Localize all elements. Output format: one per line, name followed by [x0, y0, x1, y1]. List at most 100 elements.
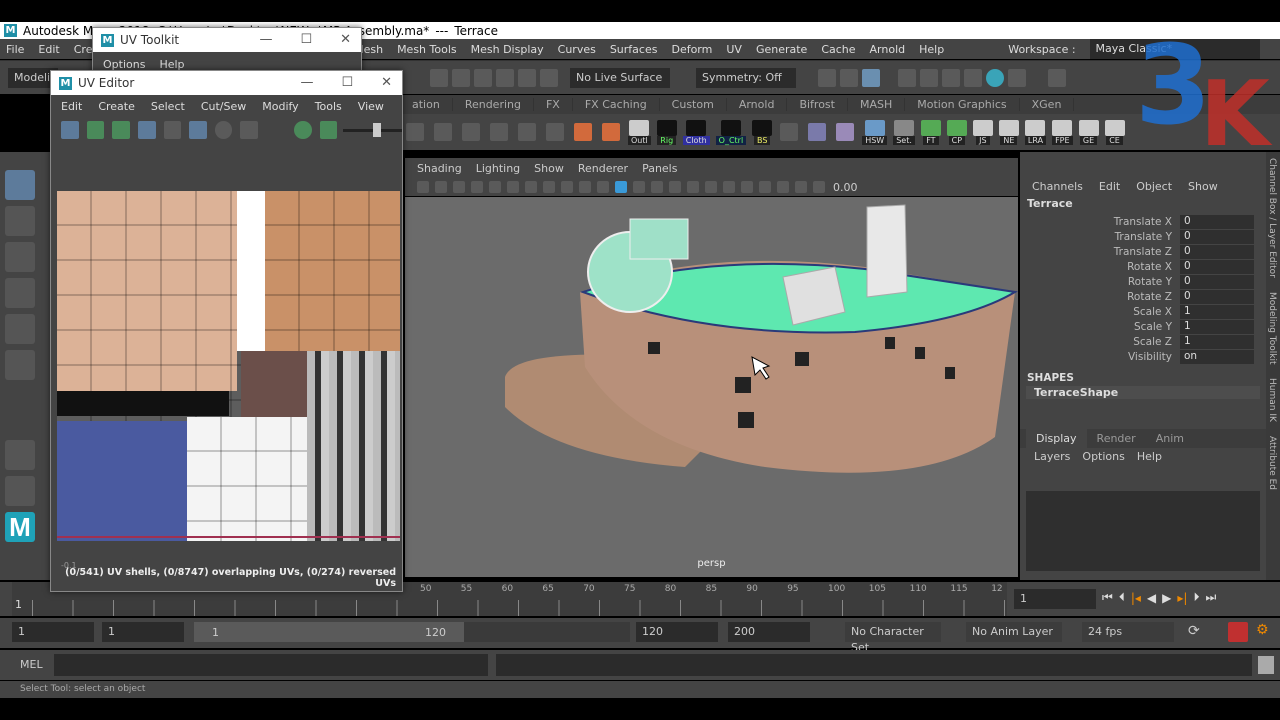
close-icon[interactable]: ✕ [381, 75, 392, 90]
symmetry-select[interactable]: Symmetry: Off [696, 67, 796, 88]
side-tab-attribute-editor[interactable]: Attribute Ed [1267, 436, 1277, 490]
uv-toolkit-titlebar[interactable]: M UV Toolkit — ☐ ✕ [93, 28, 361, 52]
side-tab-human-ik[interactable]: Human IK [1267, 378, 1277, 422]
select-tool-icon[interactable] [5, 170, 35, 200]
step-forward-key-icon[interactable]: ⏵ [1193, 590, 1199, 605]
field-chart-icon[interactable] [543, 181, 555, 193]
channel-name[interactable]: Translate X [1020, 216, 1180, 228]
channel-row[interactable]: Translate Z0 [1020, 244, 1266, 259]
image-display-icon[interactable] [319, 121, 338, 139]
channel-value[interactable]: 0 [1180, 214, 1254, 229]
channel-value[interactable]: 0 [1180, 289, 1254, 304]
ipr-render-icon[interactable] [942, 68, 960, 87]
range-slider-track[interactable]: 1 120 [194, 622, 630, 642]
menu-cache[interactable]: Cache [821, 43, 855, 56]
paint-select-tool-icon[interactable] [5, 242, 35, 272]
channel-name[interactable]: Rotate X [1020, 261, 1180, 273]
xray-joints-icon[interactable] [795, 181, 807, 193]
lights-icon[interactable] [669, 181, 681, 193]
shelf-tab-arnold[interactable]: Arnold [727, 98, 788, 111]
menu-deform[interactable]: Deform [671, 43, 712, 56]
exposure-icon[interactable] [813, 181, 825, 193]
shelf-tab-xgen[interactable]: XGen [1020, 98, 1075, 111]
menu-tools[interactable]: Tools [315, 100, 342, 113]
side-tab-modeling-toolkit[interactable]: Modeling Toolkit [1267, 292, 1277, 365]
constraint-icon[interactable] [546, 123, 564, 141]
minimize-icon[interactable]: — [300, 75, 313, 90]
channel-row[interactable]: Rotate Y0 [1020, 274, 1266, 289]
constraint-icon[interactable] [434, 123, 452, 141]
construction-history-icon[interactable] [818, 68, 836, 87]
snap-surface-icon[interactable] [518, 68, 536, 87]
menu-renderer[interactable]: Renderer [578, 162, 628, 175]
menu-mesh-tools[interactable]: Mesh Tools [397, 43, 457, 56]
live-surface-field[interactable]: No Live Surface [570, 67, 670, 88]
animation-start-field[interactable]: 1 [12, 622, 94, 642]
object-name[interactable]: Terrace [1020, 193, 1266, 214]
ambient-occlusion-icon[interactable] [705, 181, 717, 193]
shape-name[interactable]: TerraceShape [1026, 386, 1260, 399]
uv-shaded-icon[interactable] [112, 121, 130, 139]
play-forward-icon[interactable]: ▶ [1162, 591, 1171, 605]
exposure-slider[interactable] [343, 122, 402, 137]
render-settings-icon[interactable] [964, 68, 982, 87]
channel-row[interactable]: Translate X0 [1020, 214, 1266, 229]
film-gate-icon[interactable] [489, 181, 501, 193]
node-editor-icon[interactable] [862, 68, 880, 87]
channel-value[interactable]: 1 [1180, 334, 1254, 349]
close-icon[interactable]: ✕ [340, 32, 351, 47]
menu-panels[interactable]: Panels [642, 162, 677, 175]
resolution-gate-icon[interactable] [507, 181, 519, 193]
minimize-icon[interactable]: — [259, 32, 272, 47]
channel-row[interactable]: Visibility on [1020, 349, 1266, 364]
constraint-icon[interactable] [518, 123, 536, 141]
menu-help[interactable]: Help [919, 43, 944, 56]
grid-icon[interactable] [471, 181, 483, 193]
wireframe-icon[interactable] [597, 181, 609, 193]
menu-show[interactable]: Show [534, 162, 564, 175]
menu-surfaces[interactable]: Surfaces [610, 43, 658, 56]
channel-row[interactable]: Scale Z1 [1020, 334, 1266, 349]
menu-modify[interactable]: Modify [262, 100, 298, 113]
isolate-icon[interactable] [759, 181, 771, 193]
texture-border-icon[interactable] [137, 121, 156, 139]
step-back-key-icon[interactable]: ⏴ [1119, 590, 1125, 605]
camera-icon[interactable] [435, 181, 447, 193]
pause-icon[interactable] [1008, 68, 1026, 87]
scale-tool-icon[interactable] [5, 350, 35, 380]
channel-name[interactable]: Scale Z [1020, 336, 1180, 348]
animation-end-field[interactable]: 200 [728, 622, 810, 642]
shelf-tab-fx[interactable]: FX [534, 98, 573, 111]
playback-start-field[interactable]: 1 [102, 622, 184, 642]
snap-magnet-icon[interactable] [540, 68, 558, 87]
menu-object[interactable]: Object [1136, 180, 1172, 193]
camera-icon[interactable] [417, 181, 429, 193]
gate-mask-icon[interactable] [525, 181, 537, 193]
smooth-shade-icon[interactable] [615, 181, 627, 193]
menu-uv[interactable]: UV [726, 43, 742, 56]
menu-curves[interactable]: Curves [558, 43, 596, 56]
motion-blur-icon[interactable] [723, 181, 735, 193]
channel-name[interactable]: Rotate Z [1020, 291, 1180, 303]
constraint-icon[interactable] [462, 123, 480, 141]
channel-value[interactable]: 0 [1180, 274, 1254, 289]
menu-help[interactable]: Help [1137, 450, 1162, 463]
channel-value[interactable]: 0 [1180, 229, 1254, 244]
render-view-icon[interactable] [898, 68, 916, 87]
tab-display[interactable]: Display [1026, 429, 1087, 448]
joint-icon[interactable] [574, 123, 592, 141]
mel-label[interactable]: MEL [20, 658, 43, 671]
mel-input[interactable] [54, 654, 488, 676]
side-tab-channel-box[interactable]: Channel Box / Layer Editor [1267, 158, 1277, 278]
snap-view-icon[interactable] [496, 68, 514, 87]
tab-anim[interactable]: Anim [1146, 429, 1194, 448]
xray-icon[interactable] [777, 181, 789, 193]
menu-edit[interactable]: Edit [61, 100, 82, 113]
channel-value[interactable]: 0 [1180, 244, 1254, 259]
select-tool-icon[interactable] [1048, 68, 1066, 87]
fps-select[interactable]: 24 fps [1082, 622, 1174, 642]
snap-point-icon[interactable] [474, 68, 492, 87]
constraint-icon[interactable] [490, 123, 508, 141]
wireframe-on-shaded-icon[interactable] [633, 181, 645, 193]
shelf-tab-mash[interactable]: MASH [848, 98, 906, 111]
